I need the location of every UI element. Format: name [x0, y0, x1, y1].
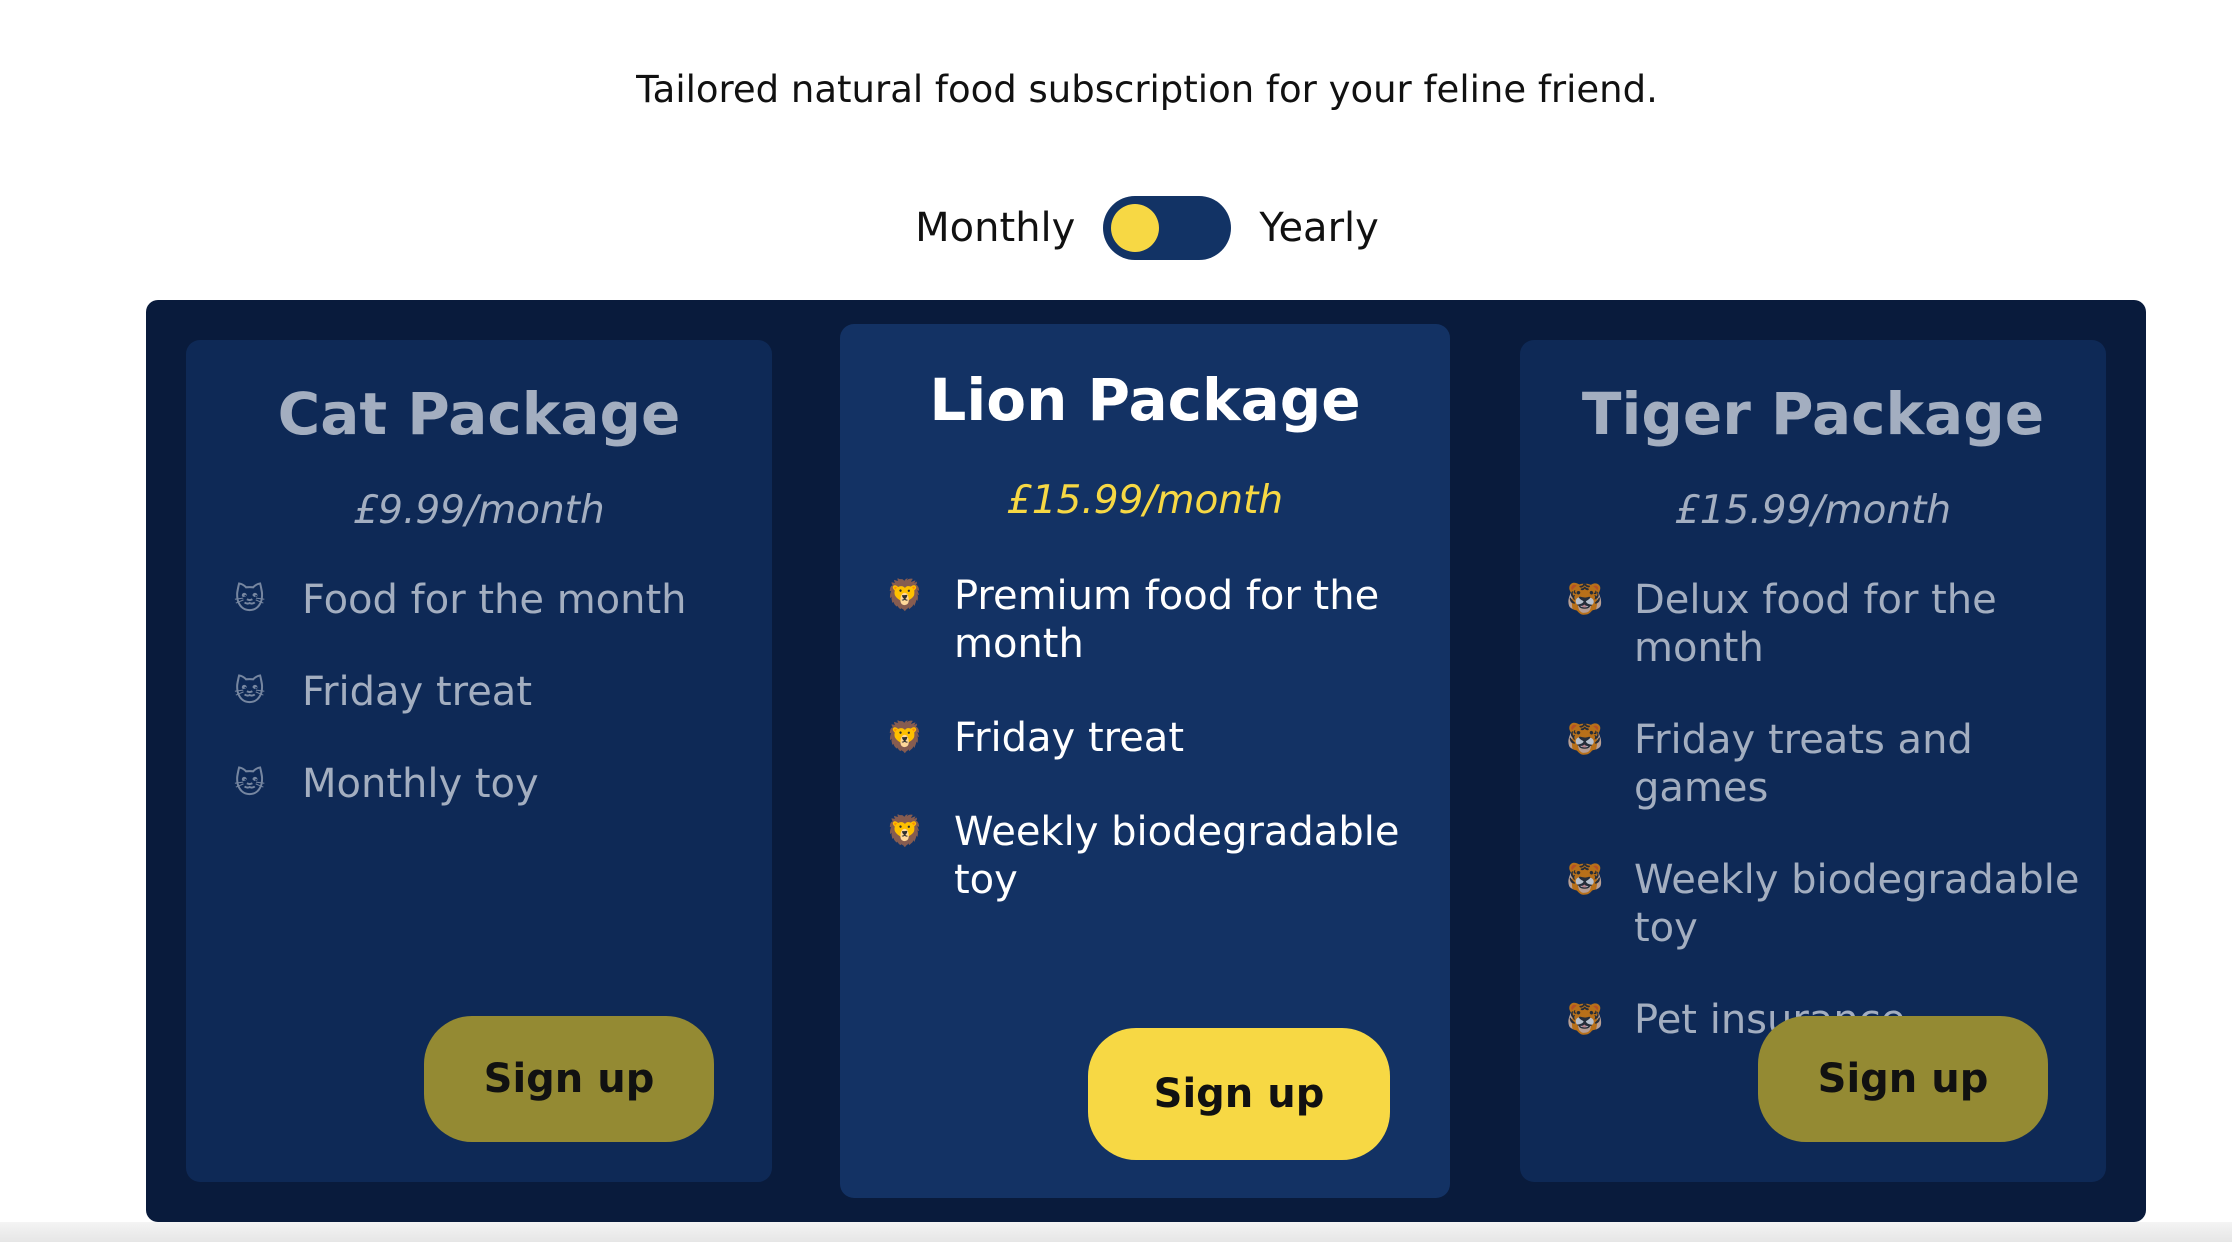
package-title: Cat Package: [277, 380, 681, 448]
tiger-face-icon: 🐯: [1566, 1002, 1604, 1037]
list-item: 🐯 Weekly biodegradable toy: [1566, 856, 2106, 952]
list-item: 🐯 Friday treats and games: [1566, 716, 2106, 812]
package-price: £15.99/month: [1674, 488, 1952, 533]
list-item: 🐱 Monthly toy: [234, 760, 687, 808]
package-title: Lion Package: [929, 366, 1361, 434]
cat-face-icon: 🐱: [234, 582, 266, 617]
pricing-page: Tailored natural food subscription for y…: [0, 0, 2232, 1242]
page-tagline: Tailored natural food subscription for y…: [636, 68, 1658, 111]
feature-list: 🦁 Premium food for the month 🦁 Friday tr…: [886, 572, 1432, 904]
tiger-face-icon: 🐯: [1566, 862, 1604, 897]
list-item: 🦁 Friday treat: [886, 714, 1432, 762]
package-title: Tiger Package: [1581, 380, 2045, 448]
sign-up-button[interactable]: Sign up: [1758, 1016, 2048, 1142]
toggle-knob: [1111, 204, 1160, 252]
list-item: 🦁 Weekly biodegradable toy: [886, 808, 1432, 904]
feature-text: Weekly biodegradable toy: [1634, 857, 2080, 951]
billing-toggle-row: Monthly Yearly: [0, 196, 2232, 260]
feature-list: 🐯 Delux food for the month 🐯 Friday trea…: [1566, 576, 2106, 1044]
list-item: 🐯 Delux food for the month: [1566, 576, 2106, 672]
feature-text: Weekly biodegradable toy: [954, 809, 1400, 903]
cat-package-card: Cat Package £9.99/month 🐱 Food for the m…: [186, 340, 772, 1182]
package-price: £15.99/month: [1006, 478, 1284, 523]
feature-text: Friday treat: [302, 669, 532, 715]
feature-text: Premium food for the month: [954, 573, 1380, 667]
lion-package-card: Lion Package £15.99/month 🦁 Premium food…: [840, 324, 1450, 1198]
feature-list: 🐱 Food for the month 🐱 Friday treat 🐱 Mo…: [234, 576, 687, 808]
lion-face-icon: 🦁: [886, 578, 924, 613]
cat-face-icon: 🐱: [234, 674, 266, 709]
lion-face-icon: 🦁: [886, 720, 924, 755]
feature-text: Friday treat: [954, 715, 1184, 761]
sign-up-button[interactable]: Sign up: [1088, 1028, 1390, 1160]
list-item: 🐱 Friday treat: [234, 668, 687, 716]
yearly-label[interactable]: Yearly: [1259, 205, 1378, 251]
package-price: £9.99/month: [353, 488, 605, 533]
tiger-face-icon: 🐯: [1566, 722, 1604, 757]
lion-face-icon: 🦁: [886, 814, 924, 849]
tiger-package-card: Tiger Package £15.99/month 🐯 Delux food …: [1520, 340, 2106, 1182]
page-bottom-edge: [0, 1222, 2232, 1242]
sign-up-button[interactable]: Sign up: [424, 1016, 714, 1142]
feature-text: Friday treats and games: [1634, 717, 1973, 811]
monthly-label[interactable]: Monthly: [915, 205, 1075, 251]
tiger-face-icon: 🐯: [1566, 582, 1604, 617]
list-item: 🦁 Premium food for the month: [886, 572, 1432, 668]
feature-text: Food for the month: [302, 577, 687, 623]
list-item: 🐱 Food for the month: [234, 576, 687, 624]
feature-text: Monthly toy: [302, 761, 539, 807]
billing-period-toggle[interactable]: [1103, 196, 1232, 260]
feature-text: Delux food for the month: [1634, 577, 1997, 671]
cat-face-icon: 🐱: [234, 766, 266, 801]
